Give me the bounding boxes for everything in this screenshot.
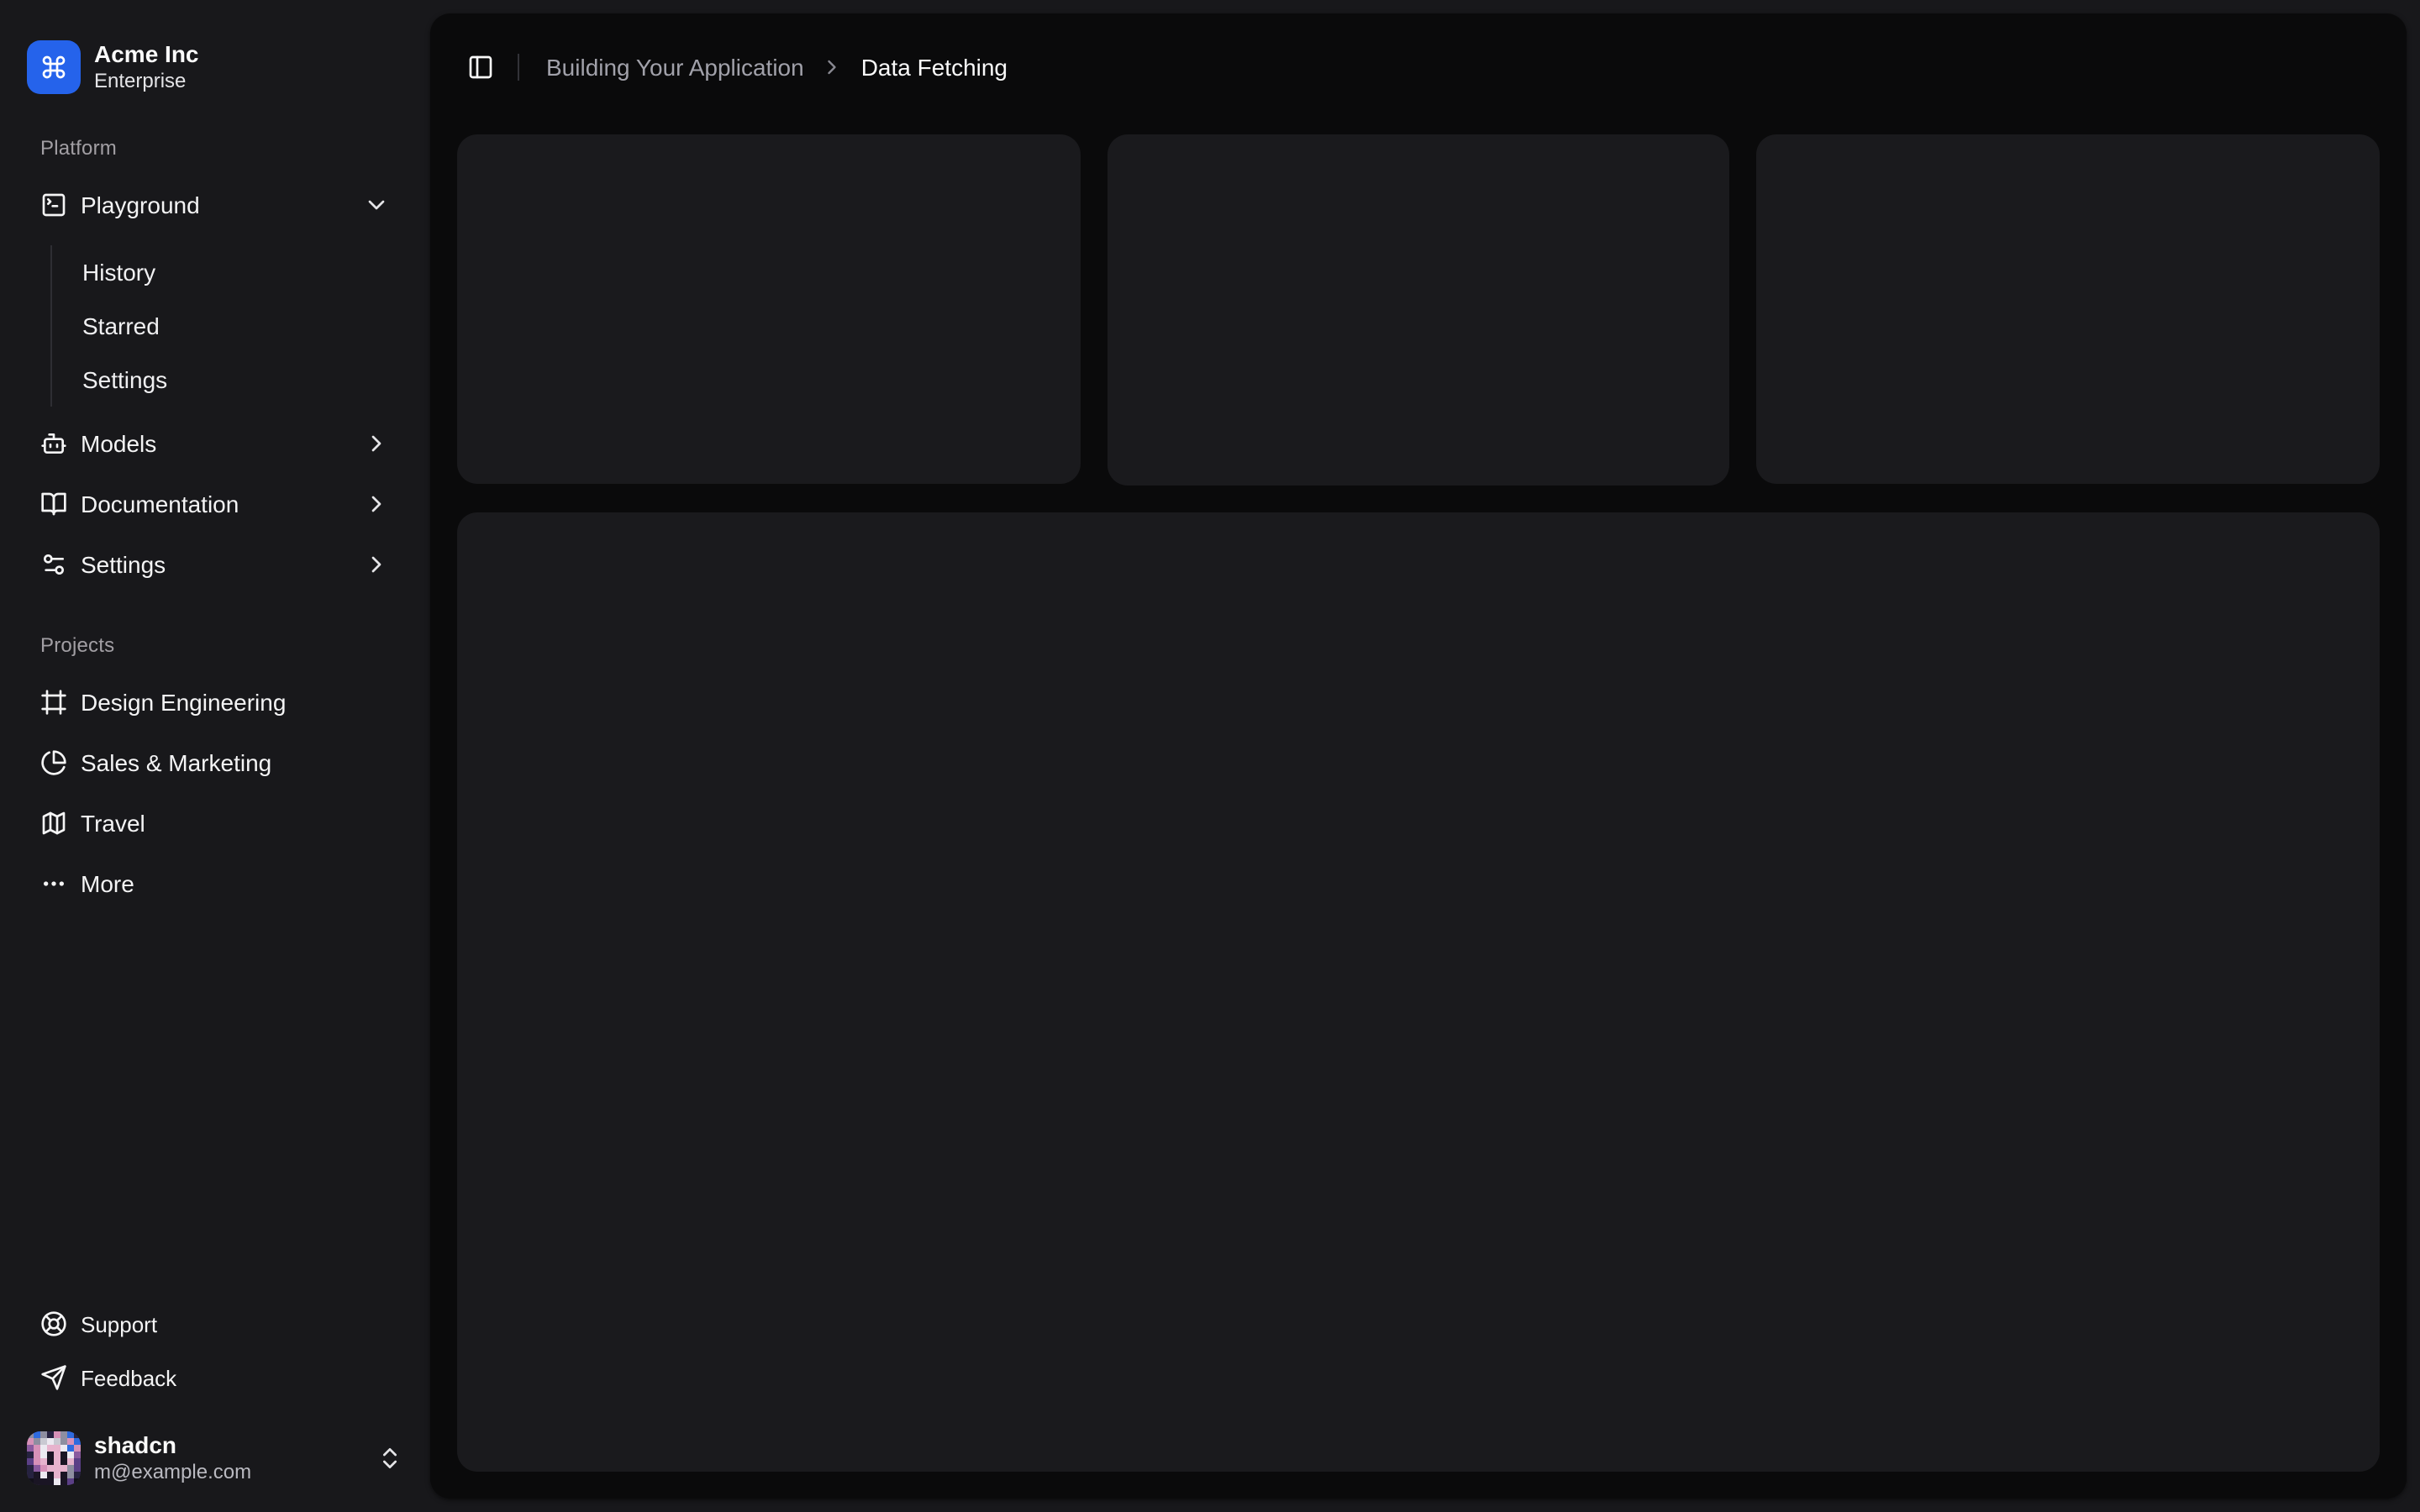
sidebar-item-label: More — [81, 870, 134, 897]
team-switcher-button[interactable]: Acme Inc Enterprise — [13, 27, 417, 108]
sidebar-item-models[interactable]: Models — [27, 417, 403, 470]
nav-group-label: Platform — [40, 136, 117, 160]
sidebar-subitem-settings[interactable]: Settings — [69, 356, 403, 403]
sidebar-subitem-history[interactable]: History — [69, 249, 403, 296]
user-menu-button[interactable]: shadcn m@example.com — [13, 1418, 417, 1499]
sidebar-item-design-engineering[interactable]: Design Engineering — [27, 675, 403, 729]
sidebar-item-label: Support — [81, 1311, 158, 1336]
playground-submenu: History Starred Settings — [50, 245, 403, 407]
sidebar-subitem-starred[interactable]: Starred — [69, 302, 403, 349]
map-icon — [42, 811, 66, 835]
sidebar-item-label: Feedback — [81, 1365, 177, 1390]
pie-chart-icon — [41, 750, 66, 775]
bot-icon — [41, 433, 66, 454]
nav-group-label: Projects — [40, 633, 115, 657]
settings-icon — [43, 554, 64, 575]
sidebar-item-settings[interactable]: Settings — [27, 538, 403, 591]
ellipsis-icon — [44, 881, 64, 886]
breadcrumb-current-page: Data Fetching — [860, 54, 1008, 81]
breadcrumb-chevron-icon — [821, 55, 844, 79]
breadcrumb-parent-link[interactable]: Building Your Application — [546, 54, 804, 81]
chevron-right-icon[interactable] — [363, 551, 390, 578]
sidebar-item-playground[interactable]: Playground — [27, 178, 403, 232]
chevron-down-icon[interactable] — [363, 192, 390, 218]
sidebar-item-sales-marketing[interactable]: Sales & Marketing — [27, 736, 403, 790]
user-email: m@example.com — [94, 1460, 252, 1484]
header: Building Your Application Data Fetching — [430, 13, 2407, 121]
square-terminal-icon — [42, 193, 66, 217]
sidebar-item-label: Travel — [81, 810, 145, 837]
nav-menu-platform: Playground History Starred Settings Mode… — [27, 178, 403, 591]
placeholder-card-1 — [457, 134, 1081, 485]
sidebar: Acme Inc Enterprise Platform Playground … — [0, 0, 430, 1512]
nav-group-secondary: Support Feedback — [13, 1287, 417, 1415]
chevrons-up-down-icon — [383, 1448, 397, 1468]
sidebar-subitem-label: Starred — [82, 312, 160, 339]
book-open-icon — [41, 492, 66, 516]
sidebar-subitem-label: History — [82, 259, 156, 286]
nav-group-projects: Projects Design Engineering Sales & Mark… — [13, 618, 417, 924]
sidebar-item-label: Sales & Marketing — [81, 749, 272, 776]
sidebar-subitem-label: Settings — [82, 366, 168, 393]
panel-left-icon — [469, 55, 492, 79]
brand-name: Acme Inc — [94, 40, 199, 68]
sidebar-item-more[interactable]: More — [27, 857, 403, 911]
placeholder-card-2 — [1107, 134, 1730, 485]
brand-plan: Enterprise — [94, 69, 187, 93]
command-icon — [42, 55, 66, 79]
app-root: Acme Inc Enterprise Platform Playground … — [0, 0, 2420, 1512]
life-buoy-icon — [41, 1311, 66, 1336]
avatar — [27, 1431, 81, 1485]
sidebar-item-support[interactable]: Support — [27, 1300, 403, 1347]
nav-group-platform: Platform Playground History Starred Sett… — [13, 121, 417, 605]
main-inset-panel: Building Your Application Data Fetching — [430, 13, 2407, 1499]
header-separator — [518, 54, 519, 81]
sidebar-item-label: Models — [81, 430, 157, 457]
sidebar-item-travel[interactable]: Travel — [27, 796, 403, 850]
user-text: shadcn m@example.com — [94, 1431, 251, 1486]
sidebar-item-feedback[interactable]: Feedback — [27, 1354, 403, 1401]
avatar-pixel-art — [27, 1431, 81, 1485]
chevron-right-icon[interactable] — [363, 491, 390, 517]
sidebar-item-label: Design Engineering — [81, 689, 287, 716]
send-icon — [41, 1365, 66, 1390]
placeholder-cards-row — [457, 134, 2380, 485]
sidebar-item-label: Playground — [81, 192, 200, 218]
nav-menu-projects: Design Engineering Sales & Marketing Tra… — [27, 675, 403, 911]
sidebar-toggle-button[interactable] — [457, 44, 504, 91]
brand-text: Acme Inc Enterprise — [94, 41, 199, 93]
placeholder-main-card — [457, 512, 2380, 1472]
sidebar-item-label: Settings — [81, 551, 166, 578]
sidebar-item-documentation[interactable]: Documentation — [27, 477, 403, 531]
frame-icon — [41, 690, 66, 715]
content-area — [430, 121, 2407, 1499]
breadcrumb: Building Your Application Data Fetching — [546, 54, 1007, 81]
brand-logo — [27, 40, 81, 94]
chevron-right-icon[interactable] — [363, 430, 390, 457]
placeholder-card-3 — [1756, 134, 2380, 485]
user-name: shadcn — [94, 1431, 177, 1458]
sidebar-item-label: Documentation — [81, 491, 239, 517]
